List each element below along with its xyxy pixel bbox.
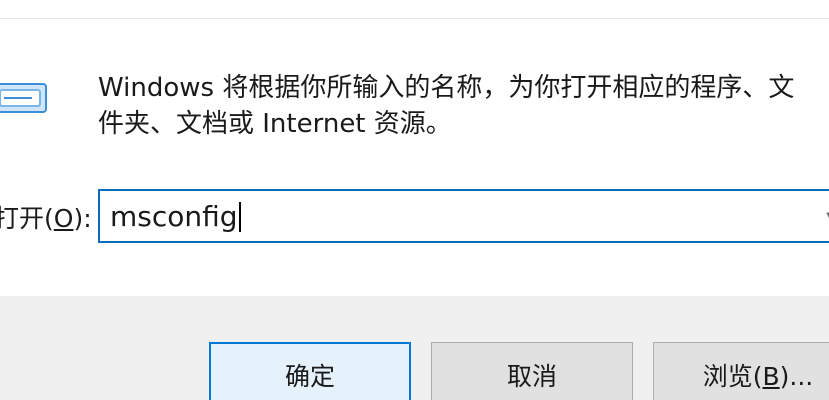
browse-button[interactable]: 浏览(B)... [653,342,829,400]
title-bar-divider [0,18,829,19]
description-line-2: 件夹、文档或 Internet 资源。 [98,109,452,139]
command-text: msconfig [110,200,238,233]
cancel-button[interactable]: 取消 [431,342,633,400]
open-label-suffix: ): [73,204,92,233]
description-line-1: Windows 将根据你所输入的名称，为你打开相应的程序、文 [98,73,795,103]
browse-label-suffix: )... [779,362,814,391]
command-input-value: msconfig [110,199,241,235]
text-caret [238,202,241,232]
open-label-accelerator: O [53,204,74,233]
run-program-icon [0,83,47,113]
run-dialog: Windows 将根据你所输入的名称，为你打开相应的程序、文 件夹、文档或 In… [0,0,829,400]
command-input[interactable]: msconfig ▼ [98,189,829,243]
open-label-prefix: 打开( [0,204,54,233]
ok-button[interactable]: 确定 [209,342,411,400]
browse-label-accelerator: B [762,362,780,391]
browse-label-prefix: 浏览( [702,362,763,391]
open-label: 打开(O): [0,202,92,236]
dialog-description: Windows 将根据你所输入的名称，为你打开相应的程序、文 件夹、文档或 In… [98,70,829,142]
